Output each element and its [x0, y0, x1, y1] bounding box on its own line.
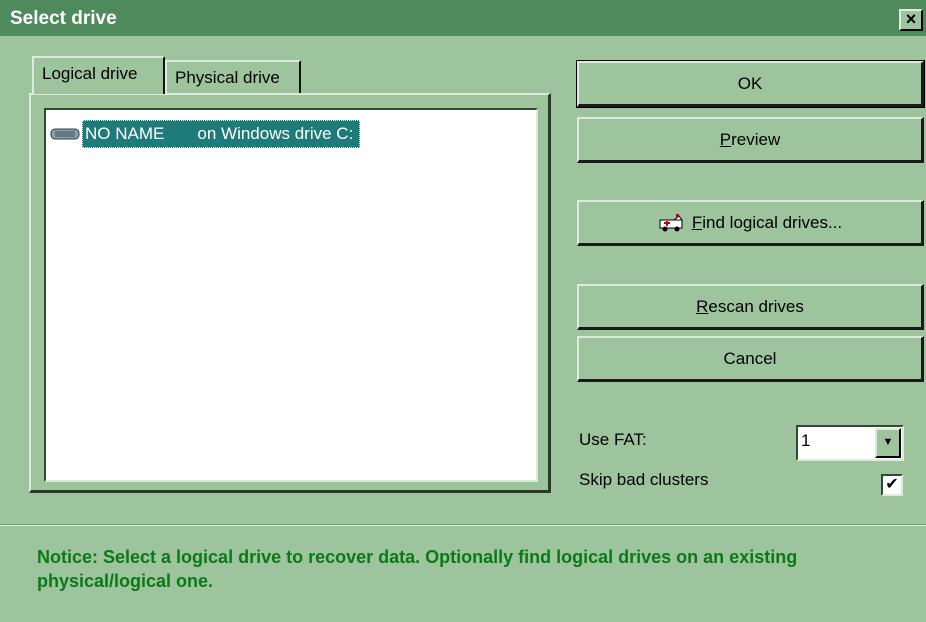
- notice-text: Notice: Select a logical drive to recove…: [37, 547, 798, 591]
- use-fat-select[interactable]: 1 ▼: [796, 425, 904, 461]
- title-bar: Select drive ×: [0, 0, 926, 36]
- dropdown-arrow-button[interactable]: ▼: [875, 428, 901, 458]
- rescan-mnemonic: R: [696, 296, 709, 316]
- drive-icon: [50, 128, 80, 139]
- tab-physical-drive-label: Physical drive: [175, 68, 280, 87]
- use-fat-value: 1: [801, 431, 811, 450]
- use-fat-label: Use FAT:: [579, 430, 647, 449]
- preview-button-label: Preview: [720, 130, 780, 150]
- rescan-label-rest: escan drives: [708, 296, 804, 316]
- rescan-drives-button[interactable]: Rescan drives: [577, 284, 924, 330]
- tab-logical-drive-label: Logical drive: [42, 64, 138, 83]
- preview-button[interactable]: Preview: [577, 117, 924, 163]
- ok-button-label: OK: [737, 73, 763, 93]
- preview-label-rest: review: [731, 129, 781, 149]
- preview-mnemonic: P: [719, 129, 732, 149]
- cancel-button-label: Cancel: [723, 348, 777, 368]
- find-label-rest: ind logical drives...: [702, 212, 843, 232]
- cancel-button[interactable]: Cancel: [577, 336, 924, 382]
- ambulance-icon: [659, 213, 683, 231]
- find-logical-drives-button[interactable]: Find logical drives...: [577, 200, 924, 246]
- skip-bad-clusters-label: Skip bad clusters: [579, 470, 709, 489]
- close-button[interactable]: ×: [899, 9, 923, 31]
- ok-button[interactable]: OK: [576, 60, 925, 108]
- chevron-down-icon: ▼: [882, 436, 894, 448]
- list-item[interactable]: NO NAME on Windows drive C:: [50, 119, 361, 148]
- drive-list[interactable]: NO NAME on Windows drive C:: [44, 108, 538, 482]
- divider: [0, 524, 926, 526]
- window-title: Select drive: [10, 8, 117, 29]
- find-mnemonic: F: [691, 212, 703, 232]
- tab-logical-drive[interactable]: Logical drive: [32, 56, 165, 94]
- close-icon: ×: [905, 9, 917, 29]
- skip-bad-clusters-checkbox[interactable]: ✔: [881, 474, 903, 496]
- find-logical-drives-label: Find logical drives...: [692, 213, 842, 233]
- rescan-drives-label: Rescan drives: [696, 297, 804, 317]
- drive-label: NO NAME on Windows drive C:: [82, 119, 361, 148]
- tab-physical-drive[interactable]: Physical drive: [165, 60, 301, 94]
- checkmark-icon: ✔: [885, 476, 899, 493]
